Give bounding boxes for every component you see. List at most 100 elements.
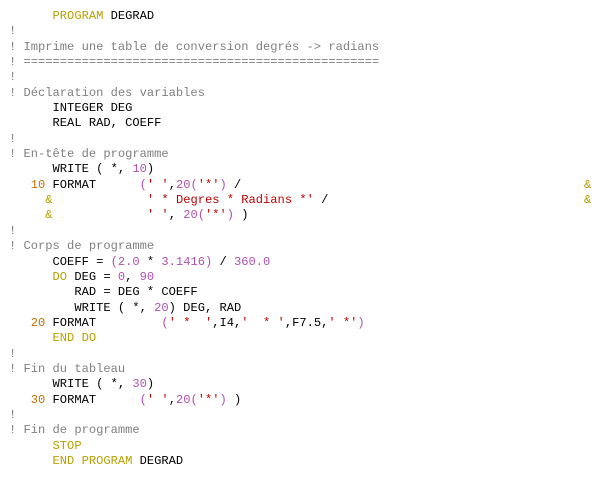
code-token-keyword: DO	[52, 269, 68, 284]
code-token-keyword: END PROGRAM	[52, 453, 133, 468]
code-token-number: )	[219, 392, 227, 407]
code-token-comment: !	[9, 70, 17, 85]
code-line: & ' ', 20('*') )	[9, 208, 379, 223]
code-token-plain: /	[226, 177, 242, 192]
code-token-cont_amp: &	[45, 208, 53, 223]
code-token-number: 20	[175, 177, 191, 192]
code-token-number: )	[226, 208, 235, 223]
code-token-keyword: END DO	[52, 331, 97, 346]
code-line: RAD = DEG * COEFF	[9, 285, 379, 300]
code-line: !	[9, 408, 379, 423]
code-token-number: 10	[132, 162, 147, 177]
code-line: 30 FORMAT (' ',20('*') )	[9, 393, 379, 408]
code-token-number: 3.1416)	[161, 254, 213, 269]
code-token-number: 20	[175, 392, 191, 407]
code-line: ! Imprime une table de conversion degrés…	[9, 40, 379, 55]
code-token-keyword: STOP	[52, 438, 82, 453]
code-token-comment: !	[9, 131, 17, 146]
code-token-number: (	[139, 392, 147, 407]
code-token-plain: FORMAT	[45, 315, 162, 330]
code-token-number: 360.0	[234, 254, 271, 269]
code-line: !	[9, 347, 379, 362]
code-line: DO DEG = 0, 90	[9, 270, 379, 285]
continuation-ampersand: &	[584, 177, 592, 192]
code-token-number: (	[139, 177, 147, 192]
code-line: WRITE ( *, 10)	[9, 162, 379, 177]
code-line: PROGRAM DEGRAD	[9, 9, 379, 24]
code-line: !	[9, 224, 379, 239]
code-line: ! Corps de programme	[9, 239, 379, 254]
code-token-comment: ! ======================================…	[9, 55, 380, 70]
code-line: !	[9, 24, 379, 39]
code-token-plain: ,	[125, 269, 140, 284]
code-line: COEFF = (2.0 * 3.1416) / 360.0	[9, 255, 379, 270]
code-line: REAL RAD, COEFF	[9, 116, 379, 131]
code-token-plain: DEGRAD	[132, 453, 184, 468]
code-token-string: ' * '	[241, 315, 285, 330]
code-token-string: '*'	[197, 177, 220, 192]
code-token-plain: COEFF =	[9, 254, 111, 269]
code-token-string: ' '	[146, 177, 169, 192]
code-token-plain: WRITE ( *,	[9, 162, 133, 177]
code-token-plain: WRITE ( *,	[9, 300, 155, 315]
code-token-number: (2.0	[110, 254, 140, 269]
code-line: INTEGER DEG	[9, 101, 379, 116]
code-token-keyword: PROGRAM	[52, 9, 104, 23]
code-lines: PROGRAM DEGRAD!! Imprime une table de co…	[9, 9, 379, 469]
code-line: WRITE ( *, 30)	[9, 377, 379, 392]
code-token-number: )	[219, 177, 227, 192]
code-line: 20 FORMAT (' * ',I4,' * ',F7.5,' *')	[9, 316, 379, 331]
code-token-number: (	[161, 315, 169, 330]
code-token-plain: ) DEG, RAD	[168, 300, 242, 315]
code-line: ! Fin du tableau	[9, 362, 379, 377]
code-token-plain: )	[146, 377, 155, 392]
code-token-plain: FORMAT	[45, 177, 140, 192]
code-token-comment: !	[9, 346, 17, 361]
code-line: ! En-tête de programme	[9, 147, 379, 162]
code-token-plain: *	[139, 254, 162, 269]
code-token-string: '*'	[197, 392, 220, 407]
code-token-string: ' * '	[168, 315, 213, 330]
code-token-string: '*'	[205, 208, 227, 223]
continuation-ampersand: &	[584, 193, 592, 208]
code-token-number: 20	[154, 300, 169, 315]
code-token-plain: ,I4,	[212, 315, 242, 330]
code-token-string: ' '	[146, 392, 169, 407]
code-editor[interactable]: PROGRAM DEGRAD!! Imprime une table de co…	[0, 0, 601, 479]
code-token-comment: ! Fin de programme	[9, 423, 140, 438]
code-line: & ' * Degres * Radians *' /	[9, 193, 379, 208]
code-token-comment: !	[9, 223, 17, 238]
code-token-string: ' '	[146, 208, 169, 223]
code-token-comment: ! Corps de programme	[9, 239, 155, 254]
code-token-plain: )	[146, 162, 155, 177]
code-token-comment: !	[9, 407, 17, 422]
code-line: 10 FORMAT (' ',20('*') /	[9, 178, 379, 193]
code-line: STOP	[9, 439, 379, 454]
code-token-plain: /	[212, 254, 235, 269]
code-token-number: )	[357, 315, 365, 330]
code-token-plain: DEGRAD	[103, 9, 155, 23]
code-token-plain: ,	[168, 208, 184, 223]
code-token-string: ' *'	[328, 315, 358, 330]
code-line: !	[9, 132, 379, 147]
code-line: !	[9, 70, 379, 85]
code-token-plain: ,F7.5,	[284, 315, 329, 330]
code-token-plain: ,	[168, 177, 176, 192]
code-line: END PROGRAM DEGRAD	[9, 454, 379, 469]
code-token-plain: WRITE ( *,	[9, 377, 133, 392]
code-token-plain: RAD = DEG * COEFF	[9, 285, 198, 300]
code-token-plain: /	[313, 193, 329, 208]
code-token-label: 10	[30, 177, 46, 192]
code-token-plain: DEG =	[67, 269, 118, 284]
code-line: ! ======================================…	[9, 55, 379, 70]
